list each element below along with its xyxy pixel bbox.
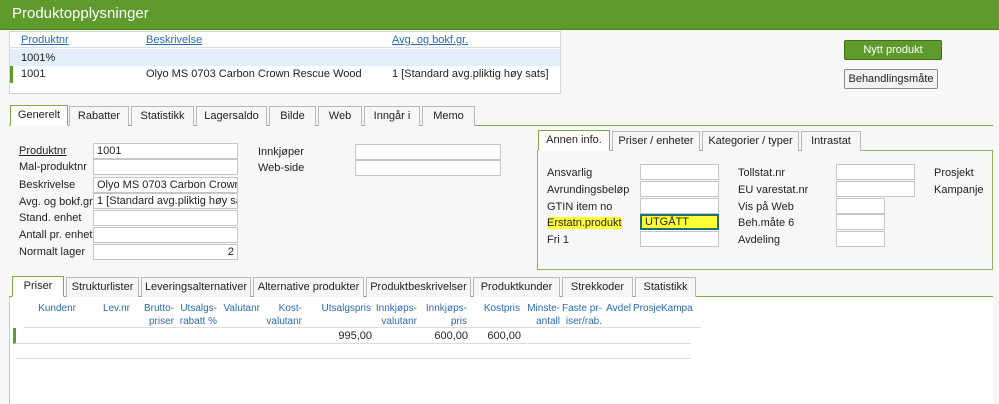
tab-memo[interactable]: Memo: [422, 106, 475, 126]
beskrivelse-label: Beskrivelse: [19, 179, 76, 191]
fri1-field[interactable]: [640, 231, 719, 247]
prosjekt-label: Prosjekt: [934, 167, 974, 179]
tab-annen-info[interactable]: Annen info.: [538, 130, 610, 151]
tab-statistikk[interactable]: Statistikk: [131, 106, 194, 126]
col-prosje[interactable]: Prosje: [633, 302, 661, 315]
lookup-col-beskrivelse[interactable]: Beskrivelse: [146, 34, 202, 46]
antall-field[interactable]: [93, 227, 238, 243]
kampanje-label: Kampanje: [934, 184, 984, 196]
beh-mate-label: Beh.måte 6: [738, 217, 795, 229]
priser-grid: Kundenr Lev.nr Brutto- priser Utsalgs- r…: [9, 297, 993, 404]
tab-priser[interactable]: Priser: [12, 276, 64, 297]
mal-produktnr-label: Mal-produktnr: [19, 161, 87, 173]
window-title: Produktopplysninger: [12, 5, 149, 22]
tab-statistikk-bottom[interactable]: Statistikk: [635, 277, 696, 297]
tab-leveringsalternativer[interactable]: Leveringsalternativer: [141, 277, 251, 297]
tab-rabatter[interactable]: Rabatter: [69, 106, 129, 126]
cell-innkjopspris: 600,00: [434, 330, 468, 342]
row-beskrivelse: Olyo MS 0703 Carbon Crown Rescue Wood: [146, 68, 362, 80]
normalt-lager-label: Normalt lager: [19, 246, 86, 258]
innkjoper-label: Innkjøper: [258, 146, 304, 158]
avdeling-label: Avdeling: [738, 234, 780, 246]
lookup-search-row[interactable]: 1001%: [10, 49, 560, 66]
mal-produktnr-field[interactable]: [93, 159, 238, 175]
tab-lagersaldo[interactable]: Lagersaldo: [196, 106, 267, 126]
avrunding-label: Avrundingsbeløp: [547, 184, 630, 196]
ansvarlig-label: Ansvarlig: [547, 167, 593, 179]
tab-intrastat[interactable]: Intrastat: [801, 131, 861, 151]
tab-produktbeskrivelser[interactable]: Produktbeskrivelser: [366, 277, 471, 297]
antall-label: Antall pr. enhet: [19, 229, 93, 241]
col-minsteantall[interactable]: Minste- antall: [523, 302, 560, 328]
vis-pa-web-field[interactable]: [836, 198, 885, 214]
title-bar: Produktopplysninger: [0, 0, 999, 30]
webside-label: Web-side: [258, 162, 305, 174]
new-product-button[interactable]: Nytt produkt: [844, 40, 942, 60]
tab-inngar-i[interactable]: Inngår i: [364, 106, 420, 126]
col-utsalgspris[interactable]: Utsalgspris: [305, 302, 371, 315]
tab-produktkunder[interactable]: Produktkunder: [473, 277, 560, 297]
col-innkjopsvalutanr[interactable]: Innkjøps- valutanr: [373, 302, 417, 328]
tab-bilde[interactable]: Bilde: [269, 106, 316, 126]
tab-priser-enheter[interactable]: Priser / enheter: [612, 131, 700, 151]
beskrivelse-field[interactable]: Olyo MS 0703 Carbon Crown Resc: [93, 177, 238, 193]
produktnr-field[interactable]: 1001: [93, 143, 238, 159]
col-avdel[interactable]: Avdel: [604, 302, 631, 315]
avrunding-field[interactable]: [640, 181, 719, 197]
row-avg: 1 [Standard avg.pliktig høy sats]: [392, 68, 549, 80]
lookup-col-avg[interactable]: Avg. og bokf.gr.: [392, 34, 468, 46]
tab-strukturlister[interactable]: Strukturlister: [66, 277, 139, 297]
avdeling-field[interactable]: [836, 231, 885, 247]
lookup-header-row: Produktnr Beskrivelse Avg. og bokf.gr.: [10, 32, 560, 48]
col-kundenr[interactable]: Kundenr: [27, 302, 76, 315]
gtin-field[interactable]: [640, 198, 719, 214]
normalt-lager-field[interactable]: 2: [93, 244, 238, 260]
webside-field[interactable]: [355, 160, 501, 176]
tab-kategorier-typer[interactable]: Kategorier / typer: [702, 131, 799, 151]
tab-generelt[interactable]: Generelt: [10, 105, 68, 126]
erstatn-label: Erstatn.produkt: [547, 217, 622, 229]
col-valutanr[interactable]: Valutanr: [220, 302, 260, 315]
col-kostvalutanr[interactable]: Kost- valutanr: [262, 302, 302, 328]
tollstat-field[interactable]: [836, 164, 915, 180]
ansvarlig-field[interactable]: [640, 164, 719, 180]
priser-new-row[interactable]: [16, 345, 691, 359]
priser-row[interactable]: 995,00 600,00 600,00: [13, 328, 691, 344]
col-innkjopspris[interactable]: Innkjøps- pris: [419, 302, 467, 328]
col-kampa[interactable]: Kampa: [661, 302, 693, 315]
stand-enhet-field[interactable]: [93, 210, 238, 226]
lookup-col-produktnr[interactable]: Produktnr: [21, 34, 69, 46]
tollstat-label: Tollstat.nr: [738, 167, 786, 179]
lookup-search-value[interactable]: 1001%: [21, 52, 55, 64]
produktnr-label: Produktnr: [19, 145, 67, 157]
row-produktnr: 1001: [21, 68, 46, 80]
tab-strekkoder[interactable]: Strekkoder: [562, 277, 633, 297]
eu-varestat-field[interactable]: [836, 181, 915, 197]
tab-alternative-produkter[interactable]: Alternative produkter: [253, 277, 364, 297]
avg-label: Avg. og bokf.gr.: [19, 196, 96, 208]
fri1-label: Fri 1: [547, 234, 569, 246]
col-kostpris[interactable]: Kostpris: [470, 302, 520, 315]
col-utsalgsrabatt[interactable]: Utsalgs- rabatt %: [176, 302, 217, 328]
col-faste-priser[interactable]: Faste pr- iser/rab.: [562, 302, 602, 328]
stand-enhet-label: Stand. enhet: [19, 212, 82, 224]
beh-mate-field[interactable]: [836, 214, 885, 230]
cell-kostpris: 600,00: [487, 330, 521, 342]
vis-pa-web-label: Vis på Web: [738, 201, 794, 213]
tab-web[interactable]: Web: [318, 106, 362, 126]
handling-method-button[interactable]: Behandlingsmåte: [844, 69, 938, 89]
innkjoper-field[interactable]: [355, 144, 501, 160]
avg-field[interactable]: 1 [Standard avg.pliktig høy sats]: [93, 193, 238, 209]
col-levnr[interactable]: Lev.nr: [80, 302, 130, 315]
eu-varestat-label: EU varestat.nr: [738, 184, 809, 196]
product-lookup-grid: Produktnr Beskrivelse Avg. og bokf.gr. 1…: [9, 31, 561, 94]
gtin-label: GTIN item no: [547, 201, 613, 213]
cell-utsalgspris: 995,00: [338, 330, 372, 342]
col-bruttopriser[interactable]: Brutto- priser: [134, 302, 174, 328]
lookup-result-row[interactable]: 1001 Olyo MS 0703 Carbon Crown Rescue Wo…: [10, 66, 560, 83]
erstatn-field[interactable]: UTGÅTT: [640, 214, 719, 230]
